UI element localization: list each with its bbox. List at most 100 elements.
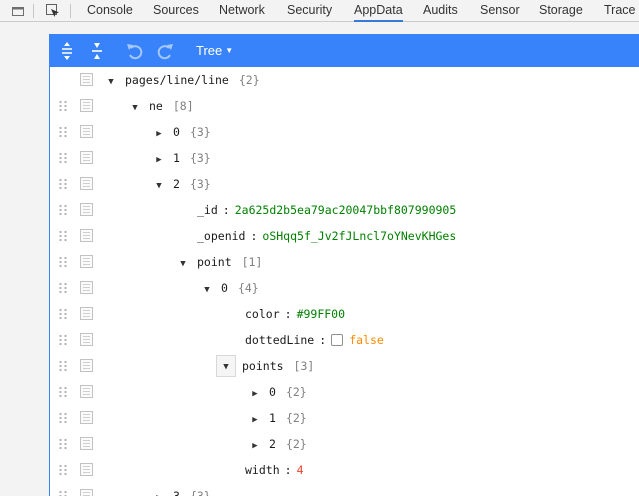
- context-menu-icon[interactable]: [80, 229, 93, 242]
- tab-security[interactable]: Security: [287, 0, 332, 22]
- drag-handle-icon[interactable]: [58, 126, 68, 138]
- drag-handle-icon[interactable]: [58, 334, 68, 346]
- drag-handle-icon[interactable]: [58, 204, 68, 216]
- tab-sources[interactable]: Sources: [153, 0, 199, 22]
- tree-row[interactable]: ▶ 0 {2}: [50, 379, 639, 405]
- drag-handle-icon[interactable]: [58, 412, 68, 424]
- tree-row[interactable]: ▼ 0 {4}: [50, 275, 639, 301]
- field-name[interactable]: 0: [269, 385, 276, 399]
- dock-side-icon[interactable]: [10, 3, 26, 19]
- context-menu-icon[interactable]: [80, 411, 93, 424]
- collapse-toggle-icon[interactable]: ▼: [178, 251, 188, 277]
- context-menu-icon[interactable]: [80, 489, 93, 496]
- expand-toggle-icon[interactable]: ▶: [250, 407, 260, 433]
- context-menu-icon[interactable]: [80, 151, 93, 164]
- context-menu-icon[interactable]: [80, 281, 93, 294]
- field-name[interactable]: points: [242, 359, 284, 373]
- tab-console[interactable]: Console: [87, 0, 133, 22]
- redo-icon[interactable]: [154, 40, 176, 62]
- drag-handle-icon[interactable]: [58, 178, 68, 190]
- collapse-toggle-icon[interactable]: ▼: [202, 277, 212, 303]
- field-value[interactable]: oSHqq5f_Jv2fJLncl7oYNevKHGes: [262, 229, 456, 243]
- field-name[interactable]: 1: [173, 151, 180, 165]
- field-name[interactable]: ne: [149, 99, 163, 113]
- undo-icon[interactable]: [124, 40, 146, 62]
- field-name[interactable]: 2: [173, 177, 180, 191]
- field-name[interactable]: 3: [173, 489, 180, 496]
- context-menu-icon[interactable]: [80, 99, 93, 112]
- tab-appdata[interactable]: AppData: [354, 0, 403, 22]
- tree-row[interactable]: ▶ 0 {3}: [50, 119, 639, 145]
- expand-toggle-icon[interactable]: ▶: [250, 381, 260, 407]
- expand-toggle-icon[interactable]: ▶: [154, 121, 164, 147]
- boolean-checkbox[interactable]: [331, 334, 344, 346]
- field-value[interactable]: 4: [297, 463, 304, 477]
- tree-row[interactable]: ▶ 1 {2}: [50, 405, 639, 431]
- expand-toggle-icon[interactable]: ▶: [250, 433, 260, 459]
- field-name[interactable]: _openid: [197, 229, 245, 243]
- tree-row[interactable]: ▼ ne [8]: [50, 93, 639, 119]
- context-menu-icon[interactable]: [80, 203, 93, 216]
- context-menu-icon[interactable]: [80, 307, 93, 320]
- drag-handle-icon[interactable]: [58, 308, 68, 320]
- field-value[interactable]: 2a625d2b5ea79ac20047bbf807990905: [235, 203, 457, 217]
- context-menu-icon[interactable]: [80, 255, 93, 268]
- tree-row[interactable]: dottedLine: false: [50, 327, 639, 353]
- tree-row[interactable]: ▼ points [3]: [50, 353, 639, 379]
- context-menu-icon[interactable]: [80, 125, 93, 138]
- tree-row[interactable]: width:4: [50, 457, 639, 483]
- field-name[interactable]: point: [197, 255, 232, 269]
- context-menu-icon[interactable]: [80, 73, 93, 86]
- field-name[interactable]: 0: [173, 125, 180, 139]
- drag-handle-icon[interactable]: [58, 256, 68, 268]
- context-menu-icon[interactable]: [80, 359, 93, 372]
- tree-row[interactable]: color: #99FF00: [50, 301, 639, 327]
- field-name[interactable]: _id: [197, 203, 218, 217]
- mode-select-button[interactable]: Tree ▼: [190, 41, 239, 61]
- context-menu-icon[interactable]: [80, 463, 93, 476]
- field-name[interactable]: 1: [269, 411, 276, 425]
- expand-toggle-icon[interactable]: ▶: [154, 147, 164, 173]
- tab-trace[interactable]: Trace: [604, 0, 636, 22]
- field-name[interactable]: 2: [269, 437, 276, 451]
- drag-handle-icon[interactable]: [58, 360, 68, 372]
- context-menu-icon[interactable]: [80, 385, 93, 398]
- tab-audits[interactable]: Audits: [423, 0, 458, 22]
- inspect-element-icon[interactable]: [45, 3, 61, 19]
- tab-network[interactable]: Network: [219, 0, 265, 22]
- tree-row[interactable]: ▼ point [1]: [50, 249, 639, 275]
- expand-all-icon[interactable]: [56, 40, 78, 62]
- tree-row[interactable]: _openid: oSHqq5f_Jv2fJLncl7oYNevKHGes: [50, 223, 639, 249]
- tree-row[interactable]: ▼ 2 {3}: [50, 171, 639, 197]
- tree-row[interactable]: ▼ pages/line/line {2}: [50, 67, 639, 93]
- field-value[interactable]: #99FF00: [297, 307, 345, 321]
- field-name[interactable]: color: [245, 307, 280, 321]
- drag-handle-icon[interactable]: [58, 464, 68, 476]
- field-value[interactable]: false: [349, 333, 384, 347]
- field-name[interactable]: pages/line/line: [125, 73, 229, 87]
- collapse-toggle-icon[interactable]: ▼: [216, 355, 236, 377]
- field-name[interactable]: width: [245, 463, 280, 477]
- tree-row[interactable]: ▶ 3 {3}: [50, 483, 639, 496]
- drag-handle-icon[interactable]: [58, 438, 68, 450]
- drag-handle-icon[interactable]: [58, 386, 68, 398]
- collapse-toggle-icon[interactable]: ▼: [130, 95, 140, 121]
- tab-storage[interactable]: Storage: [539, 0, 583, 22]
- context-menu-icon[interactable]: [80, 177, 93, 190]
- drag-handle-icon[interactable]: [58, 230, 68, 242]
- tab-sensor[interactable]: Sensor: [480, 0, 520, 22]
- collapse-toggle-icon[interactable]: ▼: [106, 69, 116, 95]
- drag-handle-icon[interactable]: [58, 100, 68, 112]
- drag-handle-icon[interactable]: [58, 282, 68, 294]
- collapse-all-icon[interactable]: [86, 40, 108, 62]
- collapse-toggle-icon[interactable]: ▼: [154, 173, 164, 199]
- context-menu-icon[interactable]: [80, 333, 93, 346]
- context-menu-icon[interactable]: [80, 437, 93, 450]
- expand-toggle-icon[interactable]: ▶: [154, 485, 164, 496]
- field-name[interactable]: dottedLine: [245, 333, 314, 347]
- drag-handle-icon[interactable]: [58, 152, 68, 164]
- drag-handle-icon[interactable]: [58, 490, 68, 496]
- field-name[interactable]: 0: [221, 281, 228, 295]
- tree-row[interactable]: _id:2a625d2b5ea79ac20047bbf807990905: [50, 197, 639, 223]
- tree-row[interactable]: ▶ 1 {3}: [50, 145, 639, 171]
